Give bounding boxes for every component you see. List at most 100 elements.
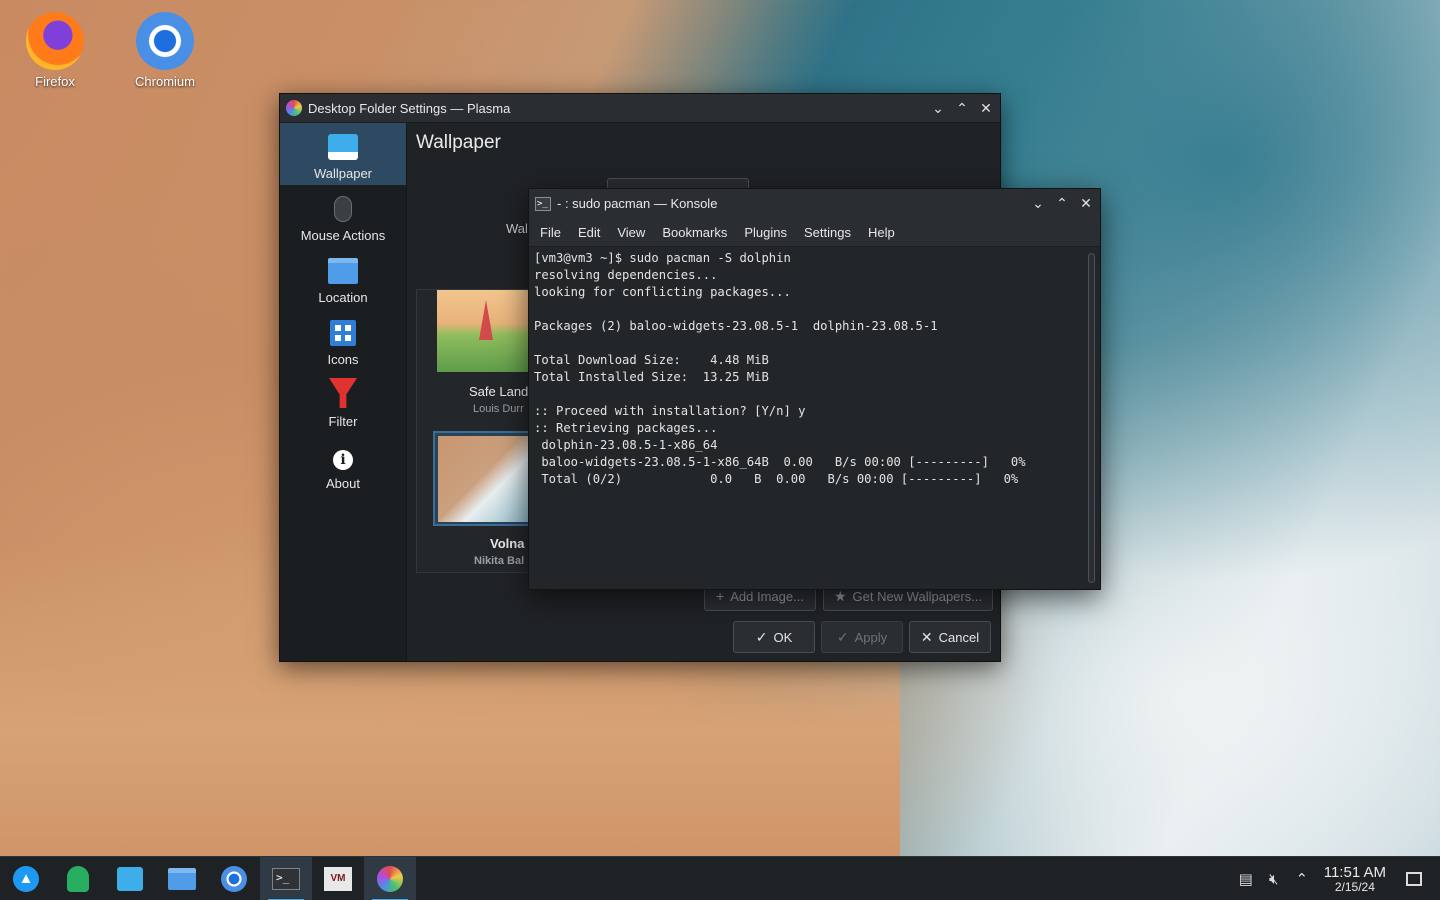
terminal-line: :: Proceed with installation? [Y/n] y: [534, 404, 806, 418]
taskbar-wrench-app[interactable]: [52, 857, 104, 900]
virt-manager-icon: VM: [324, 866, 352, 891]
taskbar: ▲ >_ VM ▤ 🔇︎ ⌃ 11:51 AM 2/15/24: [0, 856, 1440, 900]
cancel-button[interactable]: ✕ Cancel: [909, 621, 991, 653]
terminal-line: baloo-widgets-23.08.5-1-x86_64B 0.00 B/s…: [534, 455, 1026, 469]
mouse-icon: [334, 196, 352, 222]
clipboard-icon[interactable]: ▤: [1232, 857, 1260, 900]
folder-icon: [328, 258, 358, 284]
ok-label: OK: [773, 629, 793, 645]
taskbar-dolphin[interactable]: [156, 857, 208, 900]
sidebar-item-wallpaper[interactable]: Wallpaper: [280, 123, 406, 185]
chevron-down-icon: ⌄: [1032, 195, 1044, 211]
thumbnail-author: Louis Durr: [473, 403, 524, 415]
terminal-output[interactable]: [vm3@vm3 ~]$ sudo pacman -S dolphin resol…: [529, 247, 1083, 589]
chromium-icon: [136, 12, 194, 70]
wallpaper-icon: [328, 134, 358, 160]
window-title: Desktop Folder Settings — Plasma: [308, 100, 511, 116]
taskbar-app-launcher[interactable]: ▲: [0, 857, 52, 900]
apply-label: Apply: [854, 629, 888, 645]
check-icon: ✓: [836, 628, 849, 645]
discover-icon: [117, 866, 143, 891]
page-title: Wallpaper: [416, 132, 501, 153]
taskbar-system-settings[interactable]: [364, 856, 416, 900]
add-image-label: Add Image...: [730, 588, 804, 604]
terminal-line: Total Download Size: 4.48 MiB: [534, 353, 769, 367]
wallpaper-thumbnail-safe-landing[interactable]: [437, 290, 535, 372]
system-settings-icon: [286, 100, 302, 116]
taskbar-virt-manager[interactable]: VM: [312, 857, 364, 900]
sidebar-item-label: Location: [318, 290, 368, 305]
terminal-line: [vm3@vm3 ~]$ sudo pacman -S dolphin: [534, 251, 791, 265]
get-new-wallpapers-label: Get New Wallpapers...: [852, 588, 983, 604]
sidebar-item-about[interactable]: i About: [280, 433, 406, 495]
maximize-button[interactable]: ⌃: [950, 96, 974, 120]
chevron-up-icon: ⌃: [956, 99, 968, 116]
terminal-line: Total (0/2) 0.0 B 0.00 B/s 00:00 [------…: [534, 472, 1019, 486]
chromium-icon: [221, 865, 247, 892]
settings-titlebar[interactable]: Desktop Folder Settings — Plasma ⌄ ⌃ ✕: [280, 94, 1000, 123]
close-button[interactable]: ✕: [1074, 192, 1098, 216]
volume-muted-icon[interactable]: 🔇︎: [1260, 857, 1288, 900]
show-desktop-icon[interactable]: [1406, 872, 1422, 886]
desktop-icon-label: Chromium: [135, 74, 195, 89]
sidebar-item-icons[interactable]: Icons: [280, 309, 406, 371]
taskbar-chromium[interactable]: [208, 857, 260, 900]
system-settings-icon: [377, 865, 403, 892]
chevron-down-icon: ⌄: [932, 99, 944, 116]
terminal-icon: >_: [535, 196, 551, 211]
desktop-icon-firefox[interactable]: Firefox: [10, 12, 100, 89]
terminal-line: :: Retrieving packages...: [534, 421, 718, 435]
minimize-button[interactable]: ⌄: [926, 96, 950, 120]
cancel-label: Cancel: [938, 629, 980, 645]
thumbnail-author: Nikita Bal: [474, 555, 525, 567]
system-tray: ▤ 🔇︎ ⌃ 11:51 AM 2/15/24: [1232, 857, 1440, 900]
wallpaper-thumbnail-volna[interactable]: [433, 431, 535, 526]
menu-file[interactable]: File: [533, 225, 571, 240]
firefox-icon: [26, 12, 84, 70]
maximize-button[interactable]: ⌃: [1050, 192, 1074, 216]
konsole-window: >_ - : sudo pacman — Konsole ⌄ ⌃ ✕ File …: [528, 188, 1101, 590]
sidebar-item-filter[interactable]: Filter: [280, 371, 406, 433]
dolphin-folder-icon: [168, 867, 196, 890]
launcher-icon: ▲: [13, 865, 39, 892]
desktop-icon-chromium[interactable]: Chromium: [120, 12, 210, 89]
settings-sidebar: Wallpaper Mouse Actions Location Icons F…: [280, 123, 407, 661]
sidebar-item-mouse-actions[interactable]: Mouse Actions: [280, 185, 406, 247]
filter-icon: [329, 378, 357, 408]
menu-help[interactable]: Help: [861, 225, 905, 240]
menu-edit[interactable]: Edit: [571, 225, 610, 240]
info-icon: i: [333, 450, 353, 470]
wallpaper-field-label: Wal: [506, 221, 528, 236]
thumbnail-title: Safe Land: [469, 384, 529, 399]
sidebar-item-location[interactable]: Location: [280, 247, 406, 309]
menu-view[interactable]: View: [610, 225, 655, 240]
terminal-scrollbar[interactable]: [1088, 253, 1095, 583]
chevron-up-icon[interactable]: ⌃: [1288, 857, 1316, 900]
check-icon: ✓: [755, 628, 768, 645]
sidebar-item-label: Filter: [328, 414, 358, 429]
konsole-icon: >_: [272, 867, 300, 890]
ok-button[interactable]: ✓ OK: [733, 621, 815, 653]
close-icon: ✕: [1080, 195, 1092, 211]
apply-button[interactable]: ✓ Apply: [821, 621, 903, 653]
clock-date: 2/15/24: [1334, 879, 1375, 894]
menu-settings[interactable]: Settings: [797, 225, 861, 240]
menu-plugins[interactable]: Plugins: [737, 225, 797, 240]
terminal-line: Total Installed Size: 13.25 MiB: [534, 370, 769, 384]
clock[interactable]: 11:51 AM 2/15/24: [1316, 864, 1400, 894]
konsole-titlebar[interactable]: >_ - : sudo pacman — Konsole ⌄ ⌃ ✕: [529, 189, 1100, 218]
icons-grid-icon: [330, 320, 356, 346]
taskbar-konsole[interactable]: >_: [260, 856, 312, 900]
wrench-icon: [67, 865, 89, 892]
window-title: - : sudo pacman — Konsole: [557, 196, 718, 211]
terminal-line: Packages (2) baloo-widgets-23.08.5-1 dol…: [534, 319, 938, 333]
close-button[interactable]: ✕: [974, 96, 998, 120]
konsole-menubar: File Edit View Bookmarks Plugins Setting…: [529, 218, 1100, 247]
minimize-button[interactable]: ⌄: [1026, 192, 1050, 216]
sidebar-item-label: About: [326, 476, 360, 491]
taskbar-discover[interactable]: [104, 857, 156, 900]
menu-bookmarks[interactable]: Bookmarks: [655, 225, 737, 240]
